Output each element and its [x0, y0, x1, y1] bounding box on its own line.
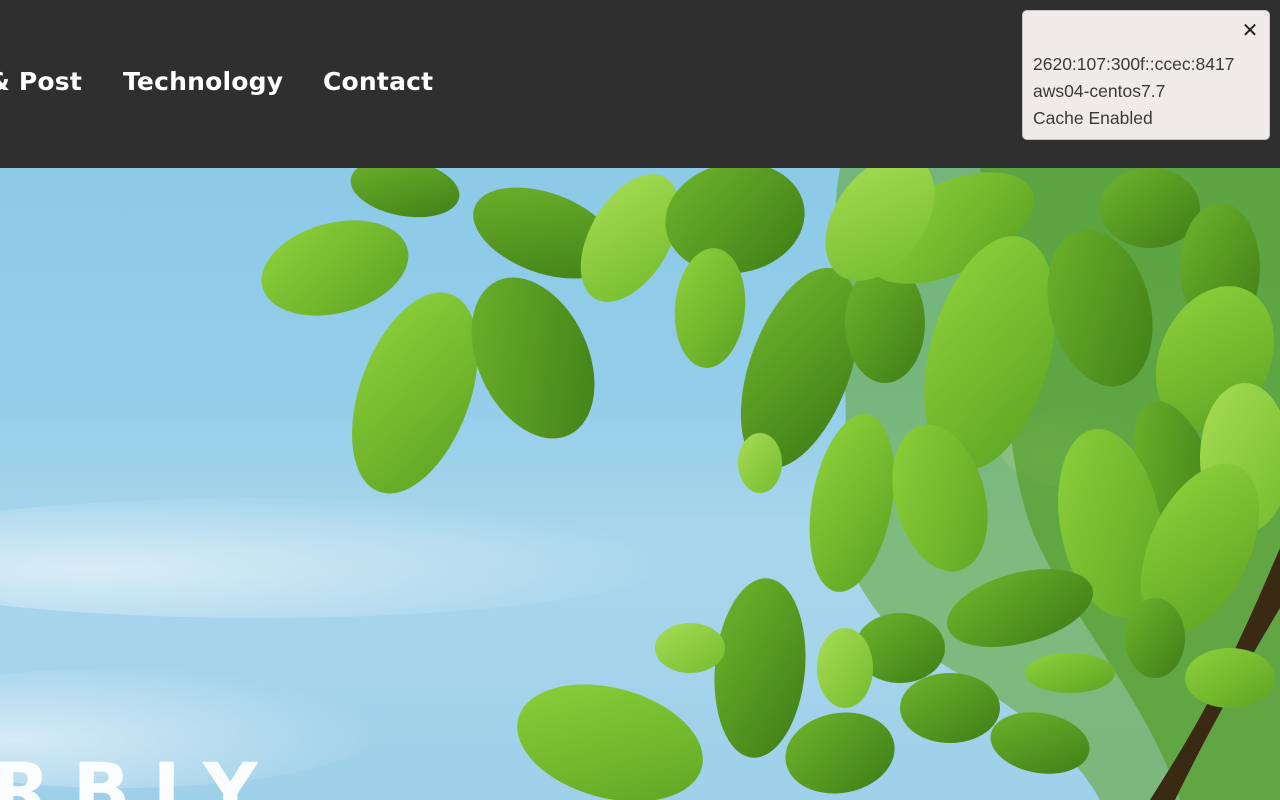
- server-ip-text: 2620:107:300f::ccec:8417: [1033, 54, 1235, 74]
- hero-title: RBIY: [0, 746, 280, 800]
- server-host-text: aws04-centos7.7: [1033, 81, 1166, 101]
- leaves-image: [0, 168, 1280, 800]
- nav-link-contact[interactable]: Contact: [323, 67, 433, 96]
- hero-banner: RBIY: [0, 168, 1280, 800]
- server-info-popup: ✕ 2620:107:300f::ccec:8417 aws04-centos7…: [1022, 10, 1270, 140]
- nav-link-post[interactable]: & Post: [0, 67, 82, 96]
- cache-status-text: Cache Enabled: [1033, 108, 1153, 128]
- close-icon[interactable]: ✕: [1241, 20, 1259, 40]
- nav-link-technology[interactable]: Technology: [123, 67, 283, 96]
